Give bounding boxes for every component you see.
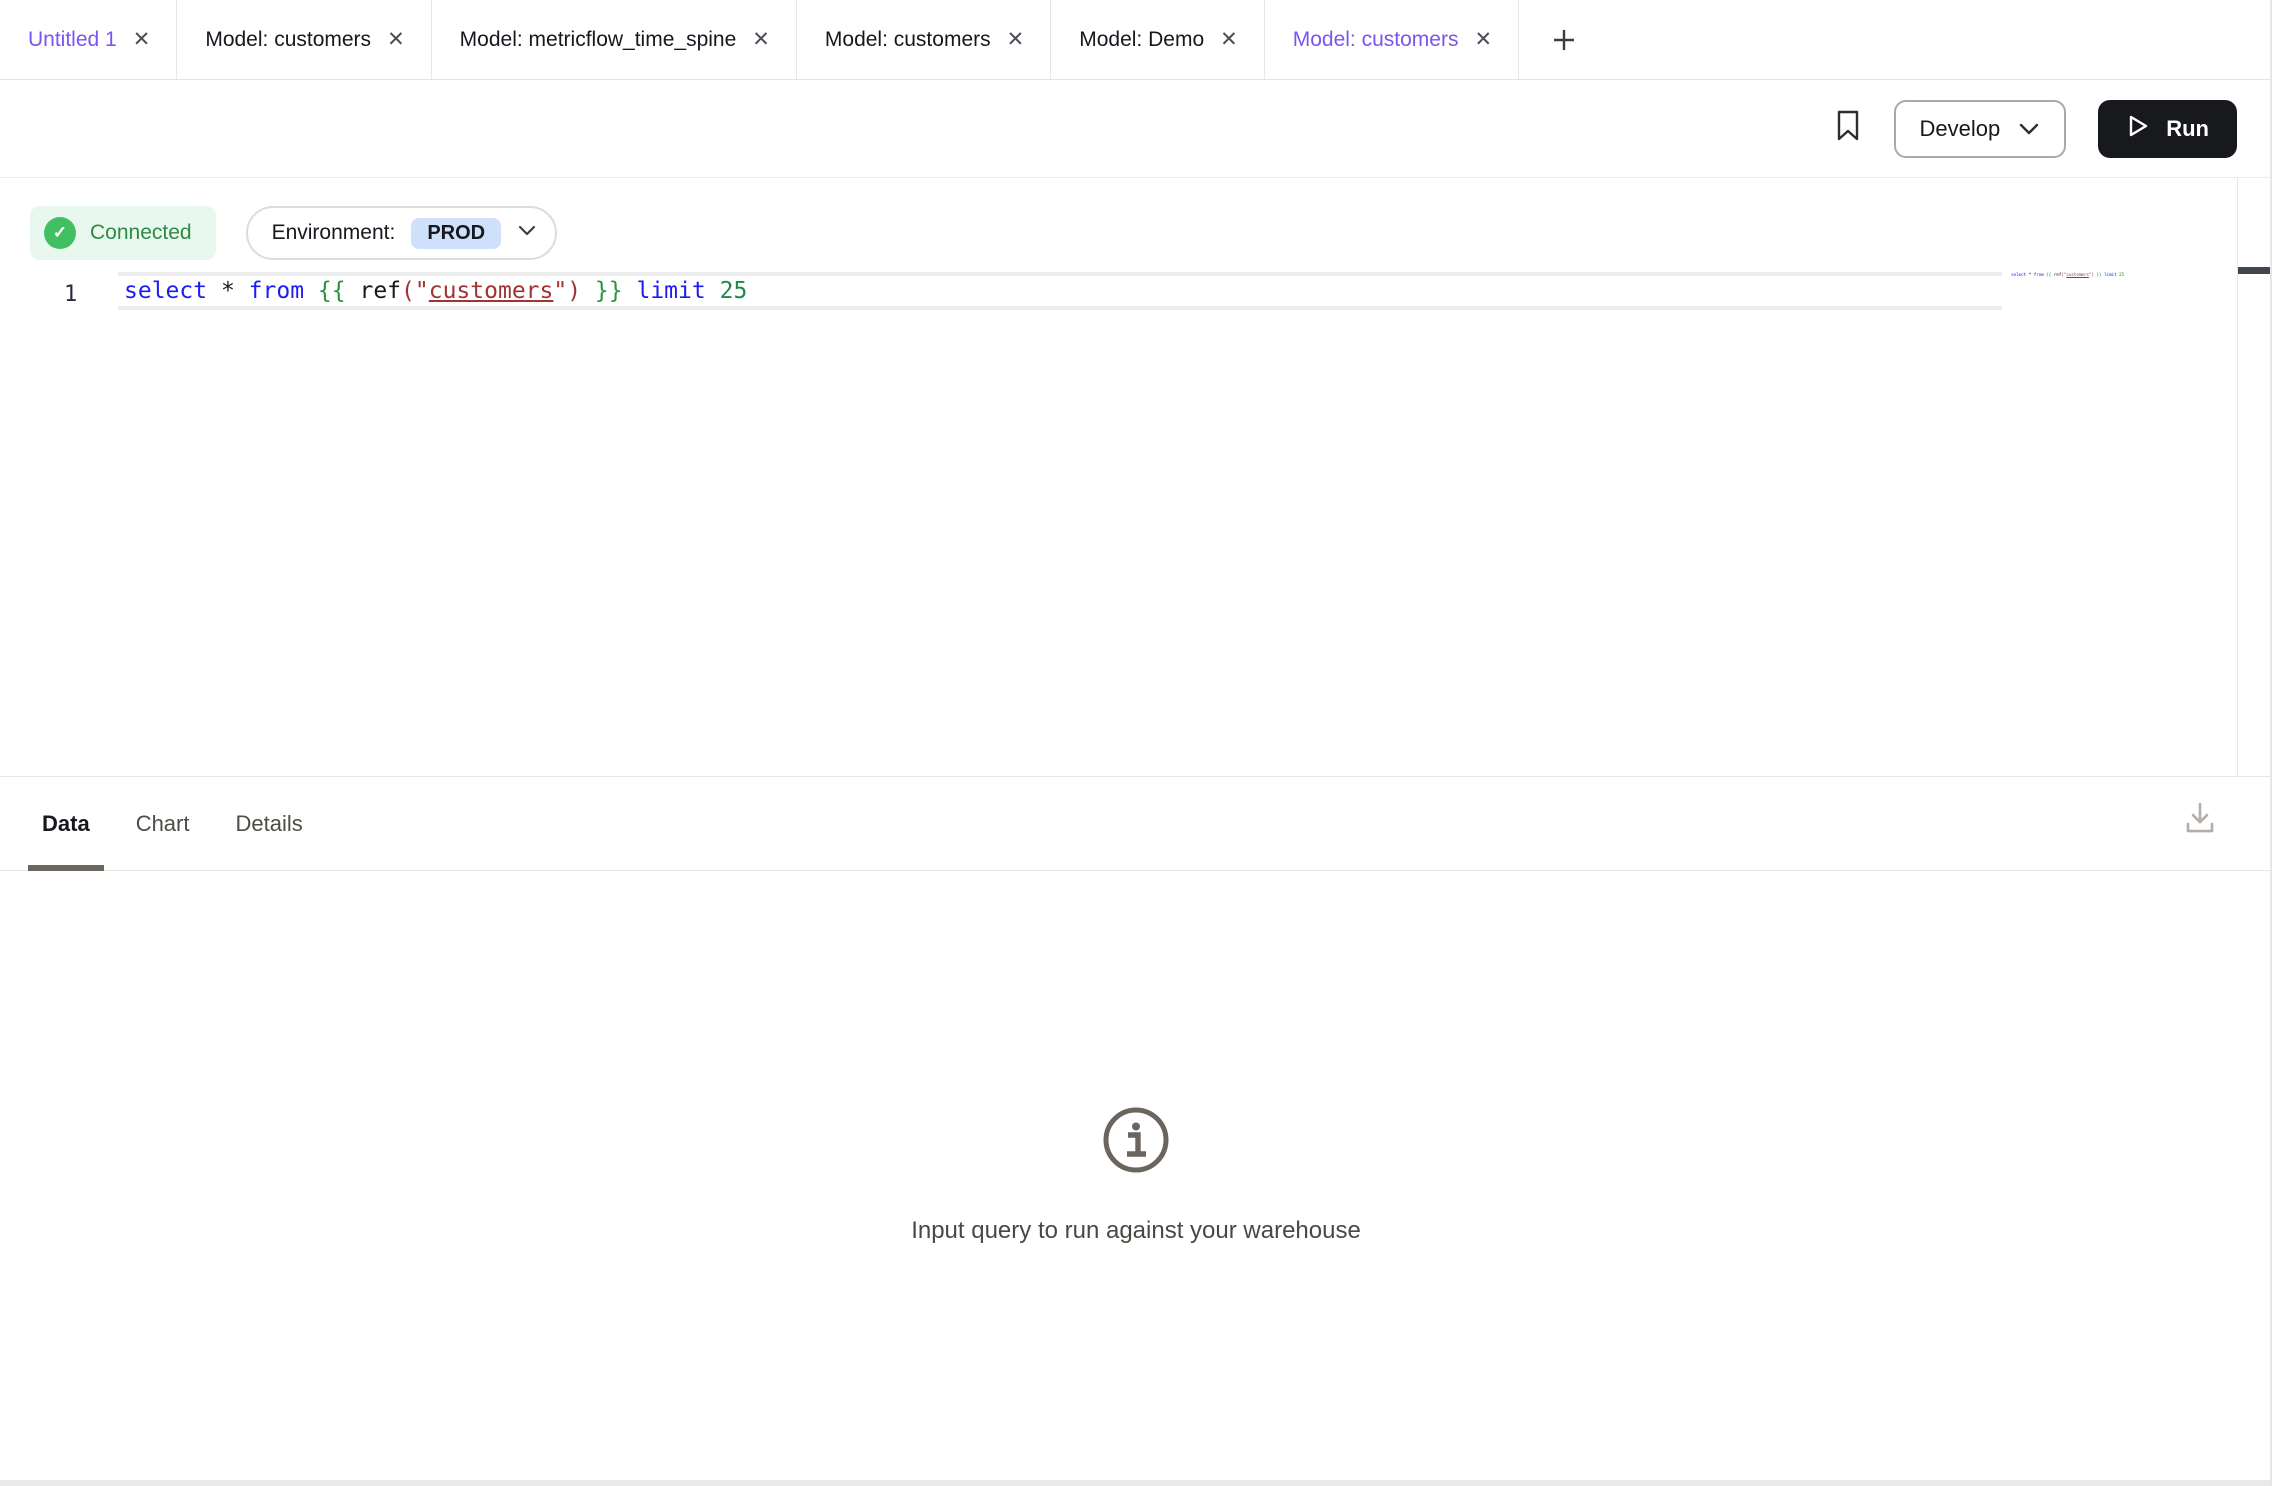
tab-details[interactable]: Details — [221, 777, 316, 870]
editor-minimap[interactable]: select * from {{ ref("customers") }} lim… — [2002, 266, 2237, 776]
active-line-highlight[interactable]: select * from {{ ref("customers") }} lim… — [118, 272, 2002, 310]
check-icon: ✓ — [44, 217, 76, 249]
editor-scrollbar[interactable] — [2237, 178, 2272, 776]
bottom-edge-strip — [0, 1480, 2272, 1486]
editor-tab[interactable]: Model: customers ✕ — [177, 0, 431, 79]
scrollbar-thumb[interactable] — [2238, 267, 2272, 274]
plus-icon — [1549, 25, 1579, 55]
tab-data-label: Data — [42, 811, 90, 837]
sql-editor[interactable]: 1 select * from {{ ref("customers") }} l… — [0, 272, 2272, 310]
editor-tab[interactable]: Model: metricflow_time_spine ✕ — [432, 0, 797, 79]
close-icon[interactable]: ✕ — [133, 29, 151, 50]
download-icon — [2182, 824, 2218, 841]
editor-pane: ✓ Connected Environment: PROD 1 select *… — [0, 178, 2272, 776]
connection-status-row: ✓ Connected Environment: PROD — [0, 178, 2272, 266]
chevron-down-icon — [2018, 116, 2040, 142]
editor-tab-bar: Untitled 1✕Model: customers✕Model: metri… — [0, 0, 2272, 80]
connected-badge: ✓ Connected — [30, 206, 216, 260]
develop-label: Develop — [1920, 116, 2001, 142]
run-label: Run — [2166, 116, 2209, 142]
environment-selector[interactable]: Environment: PROD — [246, 206, 558, 260]
action-toolbar: Develop Run — [0, 80, 2272, 178]
editor-tab-label: Untitled 1 — [28, 28, 117, 52]
editor-tab[interactable]: Model: customers ✕ — [797, 0, 1051, 79]
results-panel: Data Chart Details — [0, 776, 2272, 1480]
run-button[interactable]: Run — [2098, 100, 2237, 158]
environment-value-badge: PROD — [411, 218, 501, 249]
results-empty-state: Input query to run against your warehous… — [0, 871, 2272, 1480]
code-line: select * from {{ ref("customers") }} lim… — [124, 278, 747, 304]
close-icon[interactable]: ✕ — [1220, 29, 1238, 50]
empty-state-message: Input query to run against your warehous… — [911, 1217, 1361, 1245]
tab-details-label: Details — [235, 811, 302, 837]
close-icon[interactable]: ✕ — [387, 29, 405, 50]
editor-tab-label: Model: customers — [825, 28, 991, 52]
info-icon — [1102, 1106, 1170, 1179]
develop-dropdown-button[interactable]: Develop — [1894, 100, 2067, 158]
play-icon — [2126, 113, 2150, 145]
editor-tab[interactable]: Untitled 1 ✕ — [0, 0, 177, 79]
editor-tab-label: Model: Demo — [1079, 28, 1204, 52]
editor-tab[interactable]: Model: Demo ✕ — [1051, 0, 1265, 79]
chevron-down-icon — [517, 224, 537, 242]
tab-chart[interactable]: Chart — [122, 777, 204, 870]
connected-label: Connected — [90, 221, 192, 245]
close-icon[interactable]: ✕ — [752, 29, 770, 50]
editor-tab-label: Model: customers — [205, 28, 371, 52]
close-icon[interactable]: ✕ — [1474, 29, 1492, 50]
editor-tab-label: Model: metricflow_time_spine — [460, 28, 737, 52]
editor-tab-label: Model: customers — [1293, 28, 1459, 52]
editor-tab[interactable]: Model: customers ✕ — [1265, 0, 1519, 79]
minimap-code-line: select * from {{ ref("customers") }} lim… — [2002, 266, 2237, 278]
bookmark-icon — [1834, 108, 1862, 149]
tab-chart-label: Chart — [136, 811, 190, 837]
environment-label: Environment: — [272, 221, 396, 245]
close-icon[interactable]: ✕ — [1007, 29, 1025, 50]
tab-data[interactable]: Data — [28, 777, 104, 870]
results-tab-bar: Data Chart Details — [0, 777, 2272, 871]
ide-window: Untitled 1✕Model: customers✕Model: metri… — [0, 0, 2272, 1486]
line-number: 1 — [0, 282, 118, 307]
bookmark-button[interactable] — [1834, 108, 1862, 149]
download-button[interactable] — [2182, 799, 2218, 842]
new-tab-button[interactable] — [1519, 0, 1609, 79]
